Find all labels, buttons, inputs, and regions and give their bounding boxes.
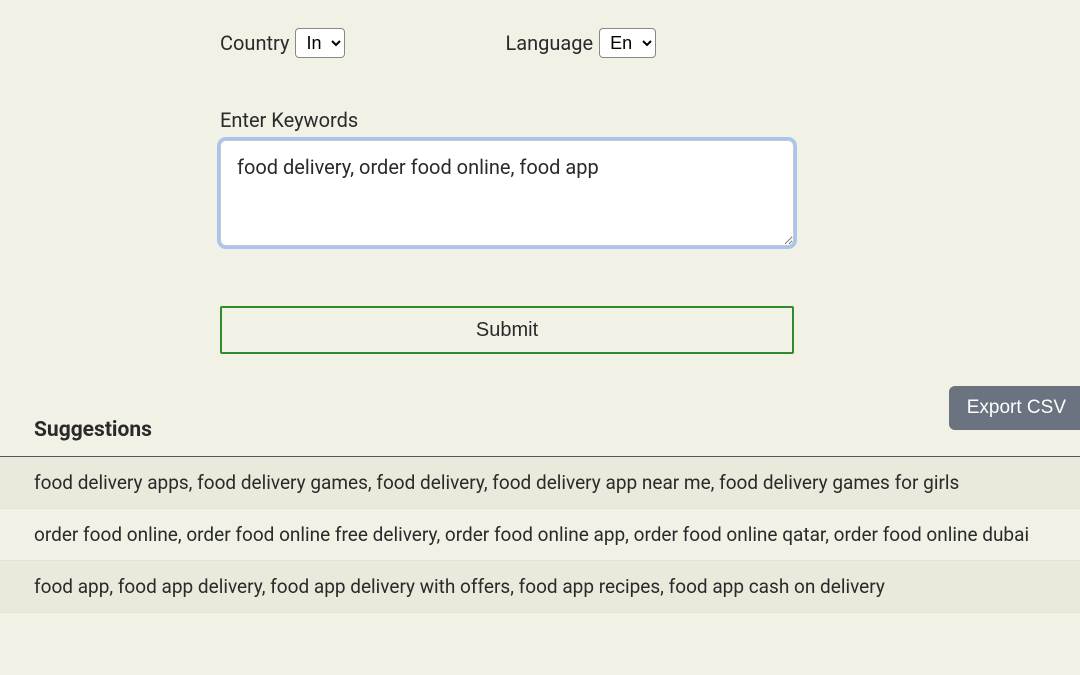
language-label: Language [505,31,593,55]
form-area: Country In Language En Enter Keywords Su… [0,0,1080,354]
table-row: order food online, order food online fre… [0,509,1080,561]
export-csv-button[interactable]: Export CSV [949,386,1080,430]
keywords-label: Enter Keywords [220,108,1080,132]
country-group: Country In [220,28,345,58]
table-row: food delivery apps, food delivery games,… [0,457,1080,509]
selector-row: Country In Language En [220,28,1080,58]
country-label: Country [220,31,289,55]
language-group: Language En [505,28,656,58]
submit-button[interactable]: Submit [220,306,794,354]
suggestion-cell: food delivery apps, food delivery games,… [0,457,1080,509]
keywords-input[interactable] [220,140,794,246]
language-select[interactable]: En [599,28,656,58]
country-select[interactable]: In [295,28,345,58]
suggestion-cell: food app, food app delivery, food app de… [0,561,1080,613]
suggestions-table: food delivery apps, food delivery games,… [0,456,1080,613]
suggestions-heading: Suggestions [34,418,1080,442]
suggestion-cell: order food online, order food online fre… [0,509,1080,561]
table-row: food app, food app delivery, food app de… [0,561,1080,613]
